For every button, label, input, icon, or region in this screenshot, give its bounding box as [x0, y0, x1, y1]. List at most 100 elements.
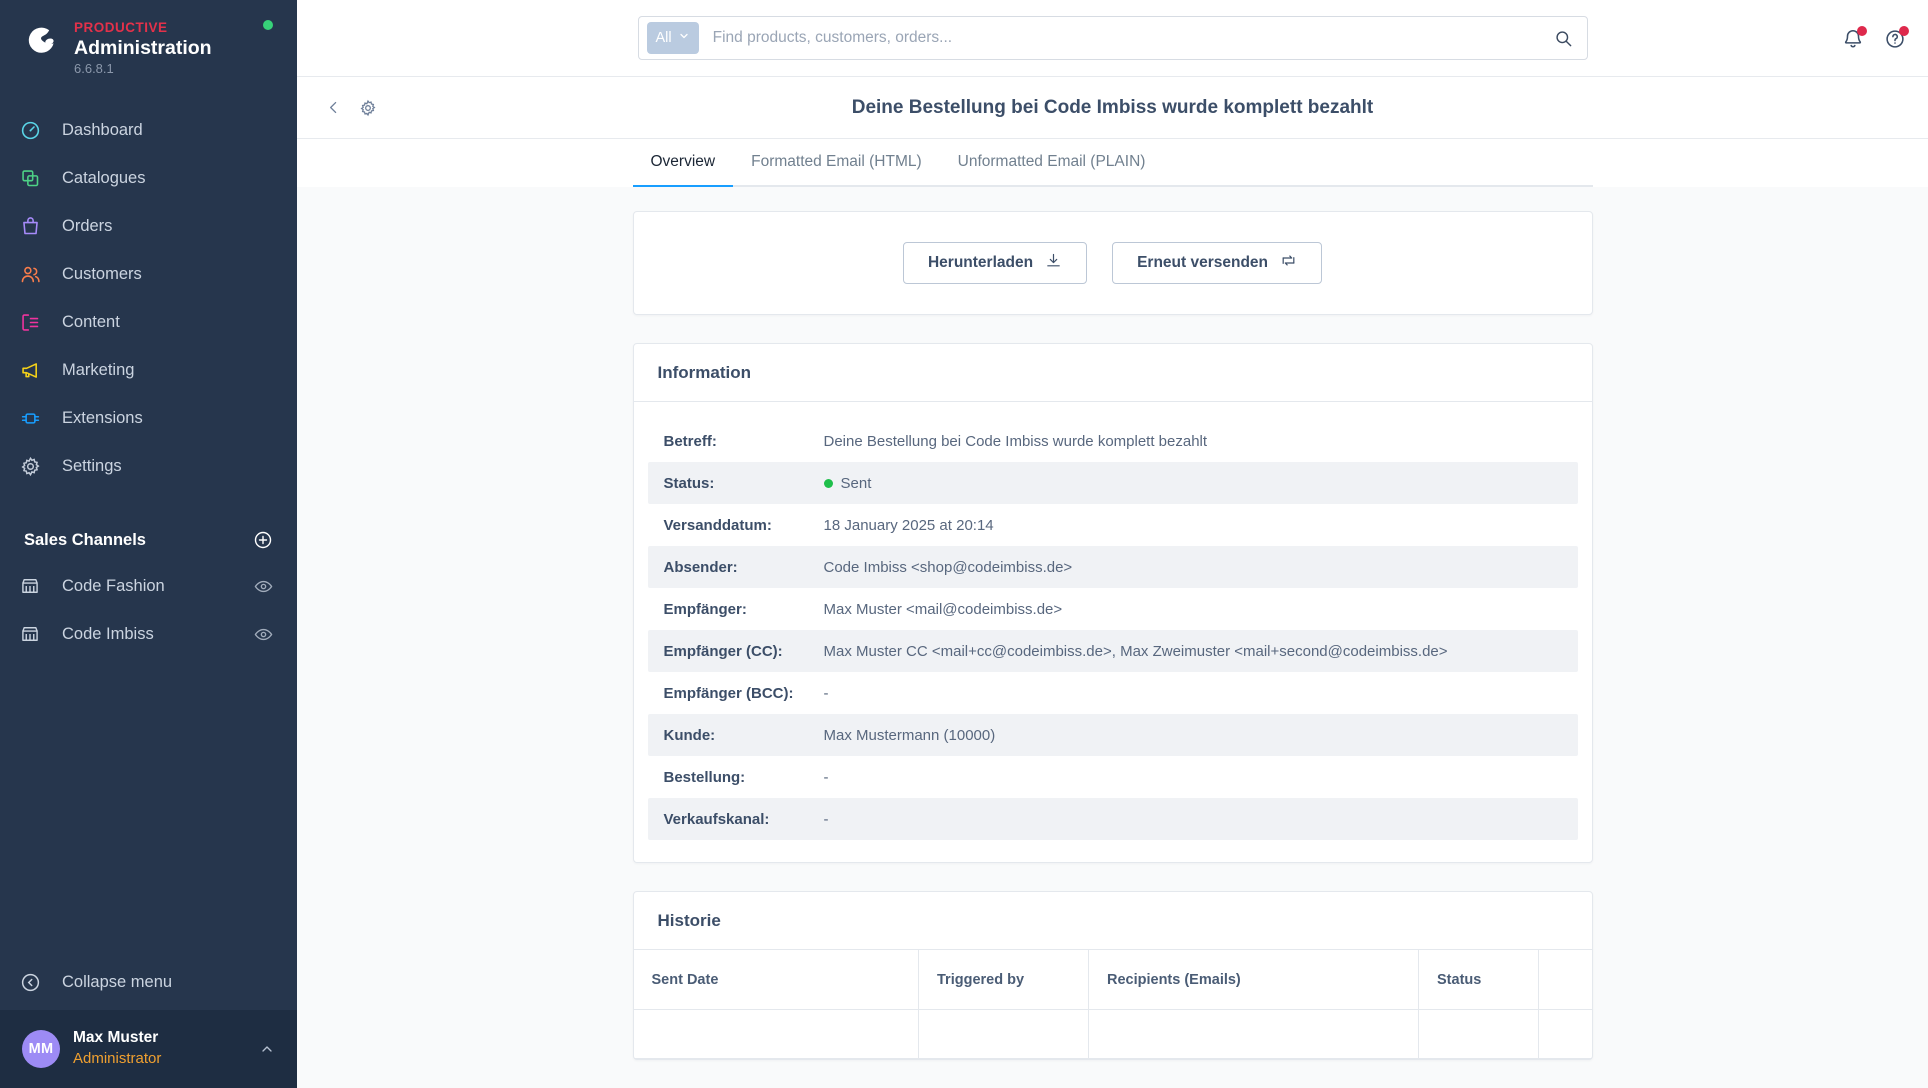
- info-value-status: Sent: [823, 474, 872, 492]
- sidebar-item-label: Extensions: [62, 408, 143, 427]
- sidebar-item-catalogues[interactable]: Catalogues: [0, 154, 297, 202]
- chevron-left-icon[interactable]: [325, 99, 342, 116]
- status-dot-icon: [823, 478, 833, 488]
- bell-icon[interactable]: [1842, 25, 1867, 50]
- search-input[interactable]: [698, 29, 1554, 47]
- tab-bar: Overview Formatted Email (HTML) Unformat…: [297, 139, 1928, 187]
- sidebar-item-label: Customers: [62, 264, 142, 283]
- brand-version: 6.6.8.1: [74, 61, 114, 77]
- sidebar-item-content[interactable]: Content: [0, 298, 297, 346]
- column-header-status[interactable]: Status: [1418, 949, 1539, 1010]
- table-row[interactable]: [633, 1009, 1592, 1059]
- content-scroll-area: Herunterladen Erneut versenden Informati…: [297, 187, 1928, 1088]
- user-role: Administrator: [73, 1050, 162, 1068]
- sales-channels-section-header: Sales Channels: [0, 518, 297, 562]
- sidebar-item-extensions[interactable]: Extensions: [0, 394, 297, 442]
- cell-status: [1418, 1009, 1539, 1059]
- notification-badge: [1857, 25, 1867, 36]
- table-header-row: Sent Date Triggered by Recipients (Email…: [633, 949, 1592, 1010]
- info-label: Empfänger (CC):: [663, 642, 783, 660]
- tab-label: Formatted Email (HTML): [751, 153, 922, 170]
- info-value: Max Muster CC <mail+cc@codeimbiss.de>, M…: [823, 642, 1448, 660]
- column-header-actions: [1538, 949, 1592, 1010]
- settings-gear-icon: [20, 456, 54, 477]
- resend-button[interactable]: Erneut versenden: [1112, 242, 1323, 284]
- global-search-bar[interactable]: All: [637, 16, 1588, 60]
- info-row: Empfänger: Max Muster <mail@codeimbiss.d…: [648, 588, 1578, 630]
- tab-overview[interactable]: Overview: [632, 139, 734, 187]
- collapse-menu-button[interactable]: Collapse menu: [0, 954, 297, 1010]
- sidebar-item-orders[interactable]: Orders: [0, 202, 297, 250]
- actions-card: Herunterladen Erneut versenden: [632, 211, 1593, 315]
- gear-icon[interactable]: [359, 99, 377, 117]
- info-value: -: [823, 684, 829, 702]
- info-row: Bestellung: -: [648, 756, 1578, 798]
- brand-name: Administration: [74, 37, 212, 59]
- resend-loop-icon: [1280, 252, 1297, 274]
- download-button[interactable]: Herunterladen: [902, 242, 1088, 284]
- info-label: Betreff:: [663, 432, 717, 450]
- sidebar-channel-code-imbiss[interactable]: Code Imbiss: [0, 610, 297, 658]
- info-row: Verkaufskanal: -: [647, 798, 1578, 840]
- chevron-left-circle-icon: [20, 972, 54, 993]
- info-value: Max Mustermann (10000): [823, 726, 996, 744]
- info-row: Empfänger (CC): Max Muster CC <mail+cc@c…: [647, 630, 1578, 672]
- history-card: Historie Sent Date Triggered by Recipien…: [632, 891, 1593, 1060]
- eye-icon[interactable]: [254, 577, 273, 596]
- tab-formatted-email-html[interactable]: Formatted Email (HTML): [733, 139, 940, 187]
- chevron-up-icon[interactable]: [259, 1041, 275, 1057]
- content-icon: [20, 312, 54, 333]
- status-badge: Sent: [840, 474, 872, 492]
- topbar-right-actions: [1842, 0, 1909, 77]
- sidebar-item-settings[interactable]: Settings: [0, 442, 297, 490]
- brand-eyebrow: PRODUCTIVE: [74, 20, 168, 35]
- sidebar-item-label: Catalogues: [62, 168, 146, 187]
- question-circle-icon[interactable]: [1884, 25, 1909, 50]
- orders-icon: [20, 216, 54, 237]
- history-table-header: Sent Date Triggered by Recipients (Email…: [633, 949, 1592, 1010]
- sidebar-item-dashboard[interactable]: Dashboard: [0, 106, 297, 154]
- sidebar-item-label: Settings: [62, 456, 122, 475]
- sidebar-item-marketing[interactable]: Marketing: [0, 346, 297, 394]
- info-row: Versanddatum: 18 January 2025 at 20:14: [648, 504, 1578, 546]
- cell-triggered-by: [918, 1009, 1089, 1059]
- resend-button-label: Erneut versenden: [1137, 254, 1269, 271]
- search-scope-selector[interactable]: All: [646, 22, 699, 54]
- info-value: Code Imbiss <shop@codeimbiss.de>: [823, 558, 1073, 576]
- page-header: Deine Bestellung bei Code Imbiss wurde k…: [297, 77, 1928, 139]
- sidebar-item-label: Marketing: [62, 360, 135, 379]
- sidebar-brand-header[interactable]: PRODUCTIVE Administration 6.6.8.1: [0, 0, 297, 90]
- info-label: Status:: [663, 474, 715, 492]
- information-card: Information Betreff: Deine Bestellung be…: [632, 343, 1593, 863]
- info-row: Empfänger (BCC): -: [648, 672, 1578, 714]
- tab-unformatted-email-plain[interactable]: Unformatted Email (PLAIN): [940, 139, 1164, 187]
- info-row: Absender: Code Imbiss <shop@codeimbiss.d…: [647, 546, 1578, 588]
- sidebar-item-label: Orders: [62, 216, 113, 235]
- page-header-actions: [325, 99, 377, 117]
- cell-sent-date: [633, 1009, 919, 1059]
- sidebar-channel-label: Code Fashion: [62, 576, 165, 595]
- information-card-title: Information: [633, 344, 1592, 402]
- plus-circle-icon[interactable]: [253, 530, 273, 550]
- history-table-body: [633, 1009, 1592, 1059]
- info-value: -: [823, 768, 829, 786]
- sidebar-channel-code-fashion[interactable]: Code Fashion: [0, 562, 297, 610]
- info-label: Versanddatum:: [663, 516, 772, 534]
- sidebar-item-customers[interactable]: Customers: [0, 250, 297, 298]
- eye-icon[interactable]: [254, 625, 273, 644]
- search-icon[interactable]: [1554, 29, 1573, 48]
- extensions-icon: [20, 408, 54, 429]
- column-header-sent-date[interactable]: Sent Date: [633, 949, 919, 1010]
- shopware-logo-icon: [20, 18, 64, 62]
- column-header-recipients[interactable]: Recipients (Emails): [1088, 949, 1419, 1010]
- sidebar-channel-label: Code Imbiss: [62, 624, 154, 643]
- info-label: Empfänger (BCC):: [663, 684, 794, 702]
- sidebar-nav: Dashboard Catalogues Orders Customers Co…: [0, 106, 297, 490]
- column-header-triggered-by[interactable]: Triggered by: [918, 949, 1089, 1010]
- sidebar-item-label: Content: [62, 312, 120, 331]
- download-button-label: Herunterladen: [927, 254, 1034, 271]
- main-area: All Find products, customers, orders... …: [297, 0, 1928, 1088]
- user-account-button[interactable]: MM Max Muster Administrator: [0, 1010, 297, 1088]
- info-value: Deine Bestellung bei Code Imbiss wurde k…: [823, 432, 1208, 450]
